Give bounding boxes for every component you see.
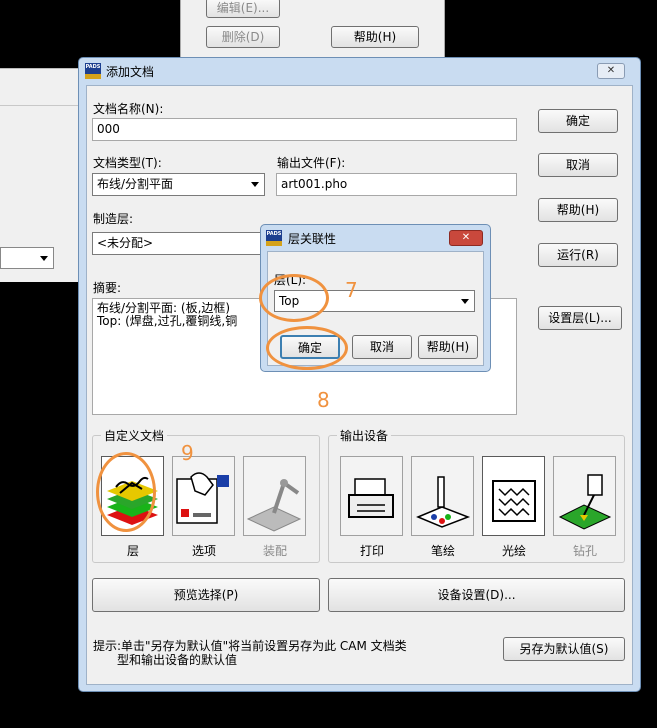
fab-layer-label: 制造层:: [93, 212, 134, 226]
annotation-9: 9: [181, 441, 194, 465]
options-tool-label: 选项: [191, 544, 216, 558]
preview-selection-button[interactable]: 预览选择(P): [92, 578, 320, 612]
print-tool-button[interactable]: [340, 456, 403, 536]
pen-plot-tool-label: 笔绘: [430, 544, 455, 558]
pen-plotter-icon: [416, 476, 471, 528]
device-setup-button[interactable]: 设备设置(D)...: [328, 578, 625, 612]
layer-cancel-button[interactable]: 取消: [352, 335, 412, 359]
chevron-down-icon: [251, 182, 259, 187]
ok-button[interactable]: 确定: [538, 109, 618, 133]
output-device-title: 输出设备: [337, 427, 392, 444]
annotation-8: 8: [317, 388, 330, 412]
doc-type-select[interactable]: 布线/分割平面: [92, 173, 265, 196]
assembly-tool-label: 装配: [262, 544, 287, 558]
dialog-titlebar: PADS 添加文档 ✕: [79, 58, 640, 84]
save-as-default-button[interactable]: 另存为默认值(S): [503, 637, 625, 661]
pads-app-icon: PADS: [85, 63, 101, 79]
chevron-down-icon: [40, 256, 48, 261]
drill-icon: [558, 474, 612, 530]
doc-name-label: 文档名称(N):: [93, 102, 164, 116]
drill-tool-label: 钻孔: [572, 544, 597, 558]
layer-dialog-icon: PADS: [266, 230, 282, 246]
chevron-down-icon: [461, 299, 469, 304]
annotation-7: 7: [345, 278, 358, 302]
doc-name-input[interactable]: 000: [92, 118, 517, 141]
output-file-input[interactable]: art001.pho: [276, 173, 517, 196]
options-tool-button[interactable]: [172, 456, 235, 536]
output-file-label: 输出文件(F):: [277, 156, 346, 170]
layer-dialog-title: 层关联性: [288, 232, 337, 246]
fab-layer-select[interactable]: <未分配>: [92, 232, 267, 255]
annotation-circle-layer-select: [259, 274, 329, 322]
cancel-button[interactable]: 取消: [538, 153, 618, 177]
hint-text: 提示:单击"另存为默认值"将当前设置另存为此 CAM 文档类 型和输出设备的默认…: [93, 639, 407, 667]
layer-help-button[interactable]: 帮助(H): [418, 335, 478, 359]
edit-button[interactable]: 编辑(E)...: [206, 0, 280, 18]
fab-layer-value: <未分配>: [97, 236, 154, 250]
annotation-circle-layers-tool: [96, 452, 156, 532]
layer-dialog-close-icon[interactable]: ✕: [449, 230, 483, 246]
help-button[interactable]: 帮助(H): [331, 26, 419, 48]
pen-plot-tool-button[interactable]: [411, 456, 474, 536]
background-combo[interactable]: [0, 247, 54, 269]
photo-plot-tool-label: 光绘: [501, 544, 526, 558]
hint-text-line-2: 型和输出设备的默认值: [117, 653, 238, 667]
hint-text-line-1: 提示:单击"另存为默认值"将当前设置另存为此 CAM 文档类: [93, 639, 407, 653]
close-icon[interactable]: ✕: [597, 63, 625, 79]
layer-dialog-badge-text: PADS: [266, 231, 282, 237]
drill-tool-button[interactable]: [553, 456, 616, 536]
layers-tool-label: 层: [126, 544, 139, 558]
background-window-left: [0, 68, 82, 282]
photoplot-icon: [492, 480, 536, 522]
print-tool-label: 打印: [359, 544, 384, 558]
annotation-circle-ok: [266, 326, 348, 370]
background-divider: [0, 105, 82, 106]
run-button[interactable]: 运行(R): [538, 243, 618, 267]
app-badge-text: PADS: [85, 64, 101, 70]
dialog-title: 添加文档: [106, 65, 155, 79]
add-document-dialog: PADS 添加文档 ✕ 文档名称(N): 000 文档类型(T): 布线/分割平…: [78, 57, 641, 692]
doc-type-value: 布线/分割平面: [97, 177, 174, 191]
assembly-icon: [246, 479, 302, 532]
custom-doc-title: 自定义文档: [101, 427, 168, 444]
photo-plot-tool-button[interactable]: [482, 456, 545, 536]
doc-type-label: 文档类型(T):: [93, 156, 162, 170]
dialog-client: 文档名称(N): 000 文档类型(T): 布线/分割平面 输出文件(F): a…: [86, 85, 633, 685]
delete-button[interactable]: 删除(D): [206, 26, 280, 48]
assembly-tool-button[interactable]: [243, 456, 306, 536]
summary-label: 摘要:: [93, 281, 122, 295]
printer-icon: [348, 478, 394, 518]
set-layers-button[interactable]: 设置层(L)...: [538, 306, 622, 330]
help-button[interactable]: 帮助(H): [538, 198, 618, 222]
background-window-top: 编辑(E)... 删除(D) 帮助(H): [180, 0, 445, 58]
options-icon: [176, 472, 229, 524]
